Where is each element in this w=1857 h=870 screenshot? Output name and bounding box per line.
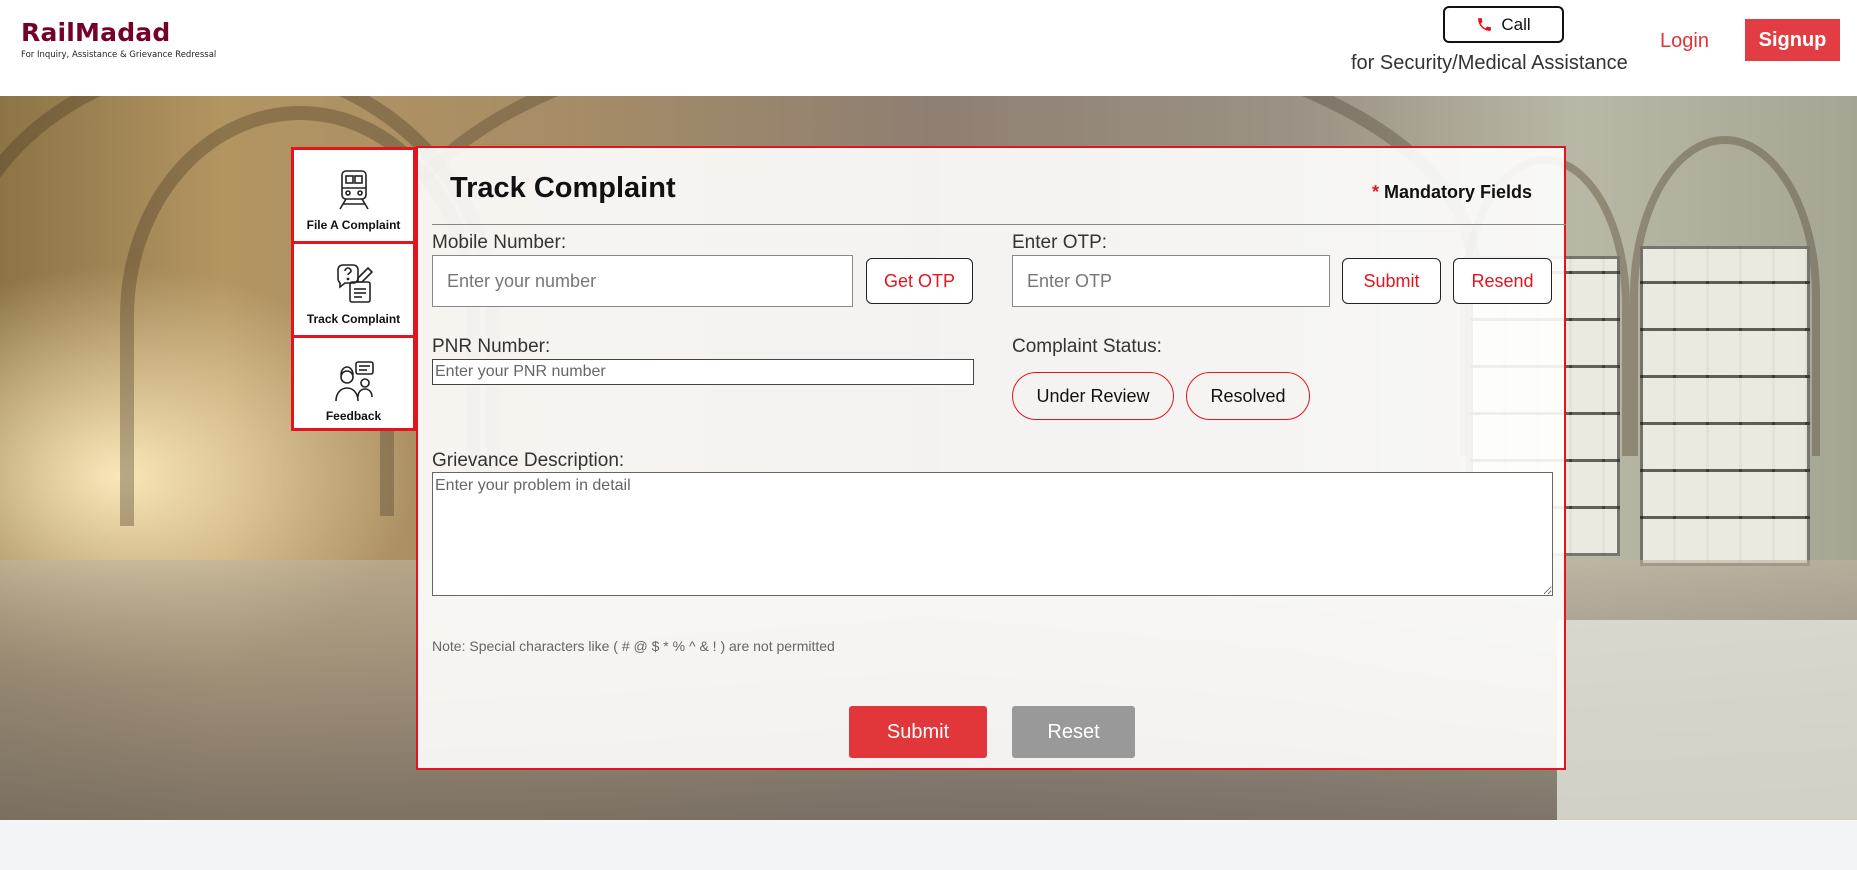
track-complaint-panel: Track Complaint * Mandatory Fields Mobil… [416, 146, 1566, 770]
logo-tagline: For Inquiry, Assistance & Grievance Redr… [21, 50, 217, 60]
mobile-number-label: Mobile Number: [432, 232, 567, 253]
mandatory-label: Mandatory Fields [1383, 182, 1532, 202]
otp-resend-button[interactable]: Resend [1453, 258, 1552, 304]
sidebar-item-label: Feedback [325, 409, 382, 423]
special-characters-note: Note: Special characters like ( # @ $ * … [432, 638, 835, 654]
signup-button[interactable]: Signup [1745, 19, 1840, 61]
complaint-status-label: Complaint Status: [1012, 336, 1162, 357]
site-header: RailMadad For Inquiry, Assistance & Grie… [0, 0, 1857, 96]
sidebar-item-feedback[interactable]: Feedback [294, 338, 413, 432]
title-divider [432, 224, 1566, 225]
sidebar-item-file-complaint[interactable]: File A Complaint [294, 150, 413, 244]
page-title: Track Complaint [450, 172, 676, 204]
call-button[interactable]: Call [1443, 6, 1564, 43]
otp-input[interactable] [1012, 255, 1330, 307]
train-icon [338, 170, 369, 210]
logo-title: RailMadad [21, 18, 171, 47]
mobile-number-input[interactable] [432, 255, 853, 307]
sidebar-item-label: Track Complaint [306, 312, 401, 326]
grievance-description-label: Grievance Description: [432, 450, 625, 471]
login-link[interactable]: Login [1660, 30, 1709, 53]
otp-label: Enter OTP: [1012, 232, 1108, 253]
railmadad-logo[interactable]: RailMadad For Inquiry, Assistance & Grie… [21, 18, 216, 60]
sidebar-nav: File A Complaint Track Complaint Feedbac… [291, 147, 416, 431]
pnr-number-label: PNR Number: [432, 336, 551, 357]
call-label: Call [1501, 14, 1531, 34]
otp-submit-button[interactable]: Submit [1342, 258, 1441, 304]
sidebar-item-track-complaint[interactable]: Track Complaint [294, 244, 413, 338]
pnr-number-input[interactable] [432, 359, 974, 385]
sidebar-item-label: File A Complaint [306, 218, 401, 232]
get-otp-button[interactable]: Get OTP [866, 258, 973, 304]
complaint-question-icon [336, 264, 373, 303]
mandatory-fields-note: * Mandatory Fields [1372, 182, 1532, 203]
grievance-description-textarea[interactable] [432, 472, 1553, 596]
phone-icon [1478, 18, 1492, 31]
call-note: for Security/Medical Assistance [1351, 52, 1628, 74]
feedback-person-icon [334, 361, 374, 402]
reset-button[interactable]: Reset [1012, 706, 1135, 758]
status-under-review-button[interactable]: Under Review [1012, 372, 1174, 420]
status-resolved-button[interactable]: Resolved [1186, 372, 1310, 420]
submit-button[interactable]: Submit [849, 706, 987, 758]
mandatory-star: * [1371, 182, 1379, 202]
